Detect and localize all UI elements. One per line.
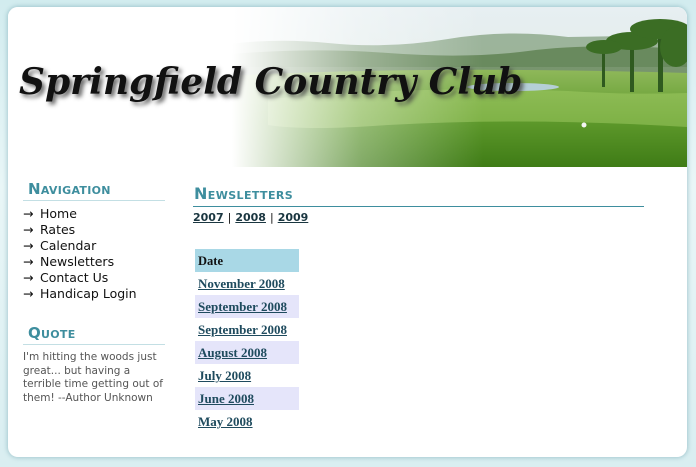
table-header-row: Date	[195, 249, 299, 272]
table-cell: June 2008	[195, 387, 299, 410]
year-separator: |	[269, 211, 274, 224]
year-separator: |	[227, 211, 232, 224]
table-row: August 2008	[195, 341, 299, 364]
table-row: June 2008	[195, 387, 299, 410]
table-cell: November 2008	[195, 272, 299, 295]
nav-link-calendar[interactable]: Calendar	[40, 238, 96, 253]
nav-item-calendar[interactable]: → Calendar	[23, 238, 165, 254]
table-cell: May 2008	[195, 410, 299, 433]
nav-list: → Home → Rates → Calendar → Newsletters → Con…	[23, 206, 165, 302]
table-row: November 2008	[195, 272, 299, 295]
header-banner: Springfield Country Club	[8, 7, 687, 167]
newsletter-link[interactable]: August 2008	[198, 345, 267, 360]
newsletter-table: Date November 2008 September 2008 Septem…	[195, 249, 299, 433]
arrow-right-icon: →	[23, 270, 34, 285]
site-title: Springfield Country Club	[19, 61, 523, 103]
newsletter-link[interactable]: May 2008	[198, 414, 253, 429]
newsletter-link[interactable]: November 2008	[198, 276, 285, 291]
table-cell: August 2008	[195, 341, 299, 364]
arrow-right-icon: →	[23, 222, 34, 237]
nav-item-home[interactable]: → Home	[23, 206, 165, 222]
navigation-heading: Navigation	[23, 180, 165, 201]
nav-link-home[interactable]: Home	[40, 206, 77, 221]
table-row: July 2008	[195, 364, 299, 387]
newsletter-link[interactable]: September 2008	[198, 299, 287, 314]
quote-heading: Quote	[23, 324, 165, 345]
arrow-right-icon: →	[23, 286, 34, 301]
nav-link-contact-us[interactable]: Contact Us	[40, 270, 108, 285]
nav-link-handicap-login[interactable]: Handicap Login	[40, 286, 137, 301]
table-row: May 2008	[195, 410, 299, 433]
sidebar: Navigation → Home → Rates → Calendar → Newsl…	[23, 180, 165, 405]
page-frame: Springfield Country Club Navigation → Hom…	[8, 7, 687, 457]
newsletter-link[interactable]: June 2008	[198, 391, 254, 406]
quote-text: I'm hitting the woods just great... but …	[23, 351, 163, 404]
arrow-right-icon: →	[23, 206, 34, 221]
page-title: Newsletters	[193, 184, 644, 207]
newsletter-link[interactable]: September 2008	[198, 322, 287, 337]
table-row: September 2008	[195, 295, 299, 318]
nav-item-newsletters[interactable]: → Newsletters	[23, 254, 165, 270]
arrow-right-icon: →	[23, 254, 34, 269]
table-row: September 2008	[195, 318, 299, 341]
nav-item-contact-us[interactable]: → Contact Us	[23, 270, 165, 286]
table-cell: July 2008	[195, 364, 299, 387]
table-cell: September 2008	[195, 318, 299, 341]
newsletter-link[interactable]: July 2008	[198, 368, 251, 383]
nav-item-rates[interactable]: → Rates	[23, 222, 165, 238]
year-link-2009[interactable]: 2009	[278, 211, 309, 224]
nav-item-handicap-login[interactable]: → Handicap Login	[23, 286, 165, 302]
arrow-right-icon: →	[23, 238, 34, 253]
date-column-header: Date	[195, 249, 299, 272]
main-content: Newsletters 2007 | 2008 | 2009 Date November…	[193, 184, 644, 433]
table-cell: September 2008	[195, 295, 299, 318]
year-links: 2007 | 2008 | 2009	[193, 211, 644, 224]
year-link-2007[interactable]: 2007	[193, 211, 224, 224]
nav-link-newsletters[interactable]: Newsletters	[40, 254, 114, 269]
nav-link-rates[interactable]: Rates	[40, 222, 75, 237]
year-link-2008[interactable]: 2008	[235, 211, 266, 224]
